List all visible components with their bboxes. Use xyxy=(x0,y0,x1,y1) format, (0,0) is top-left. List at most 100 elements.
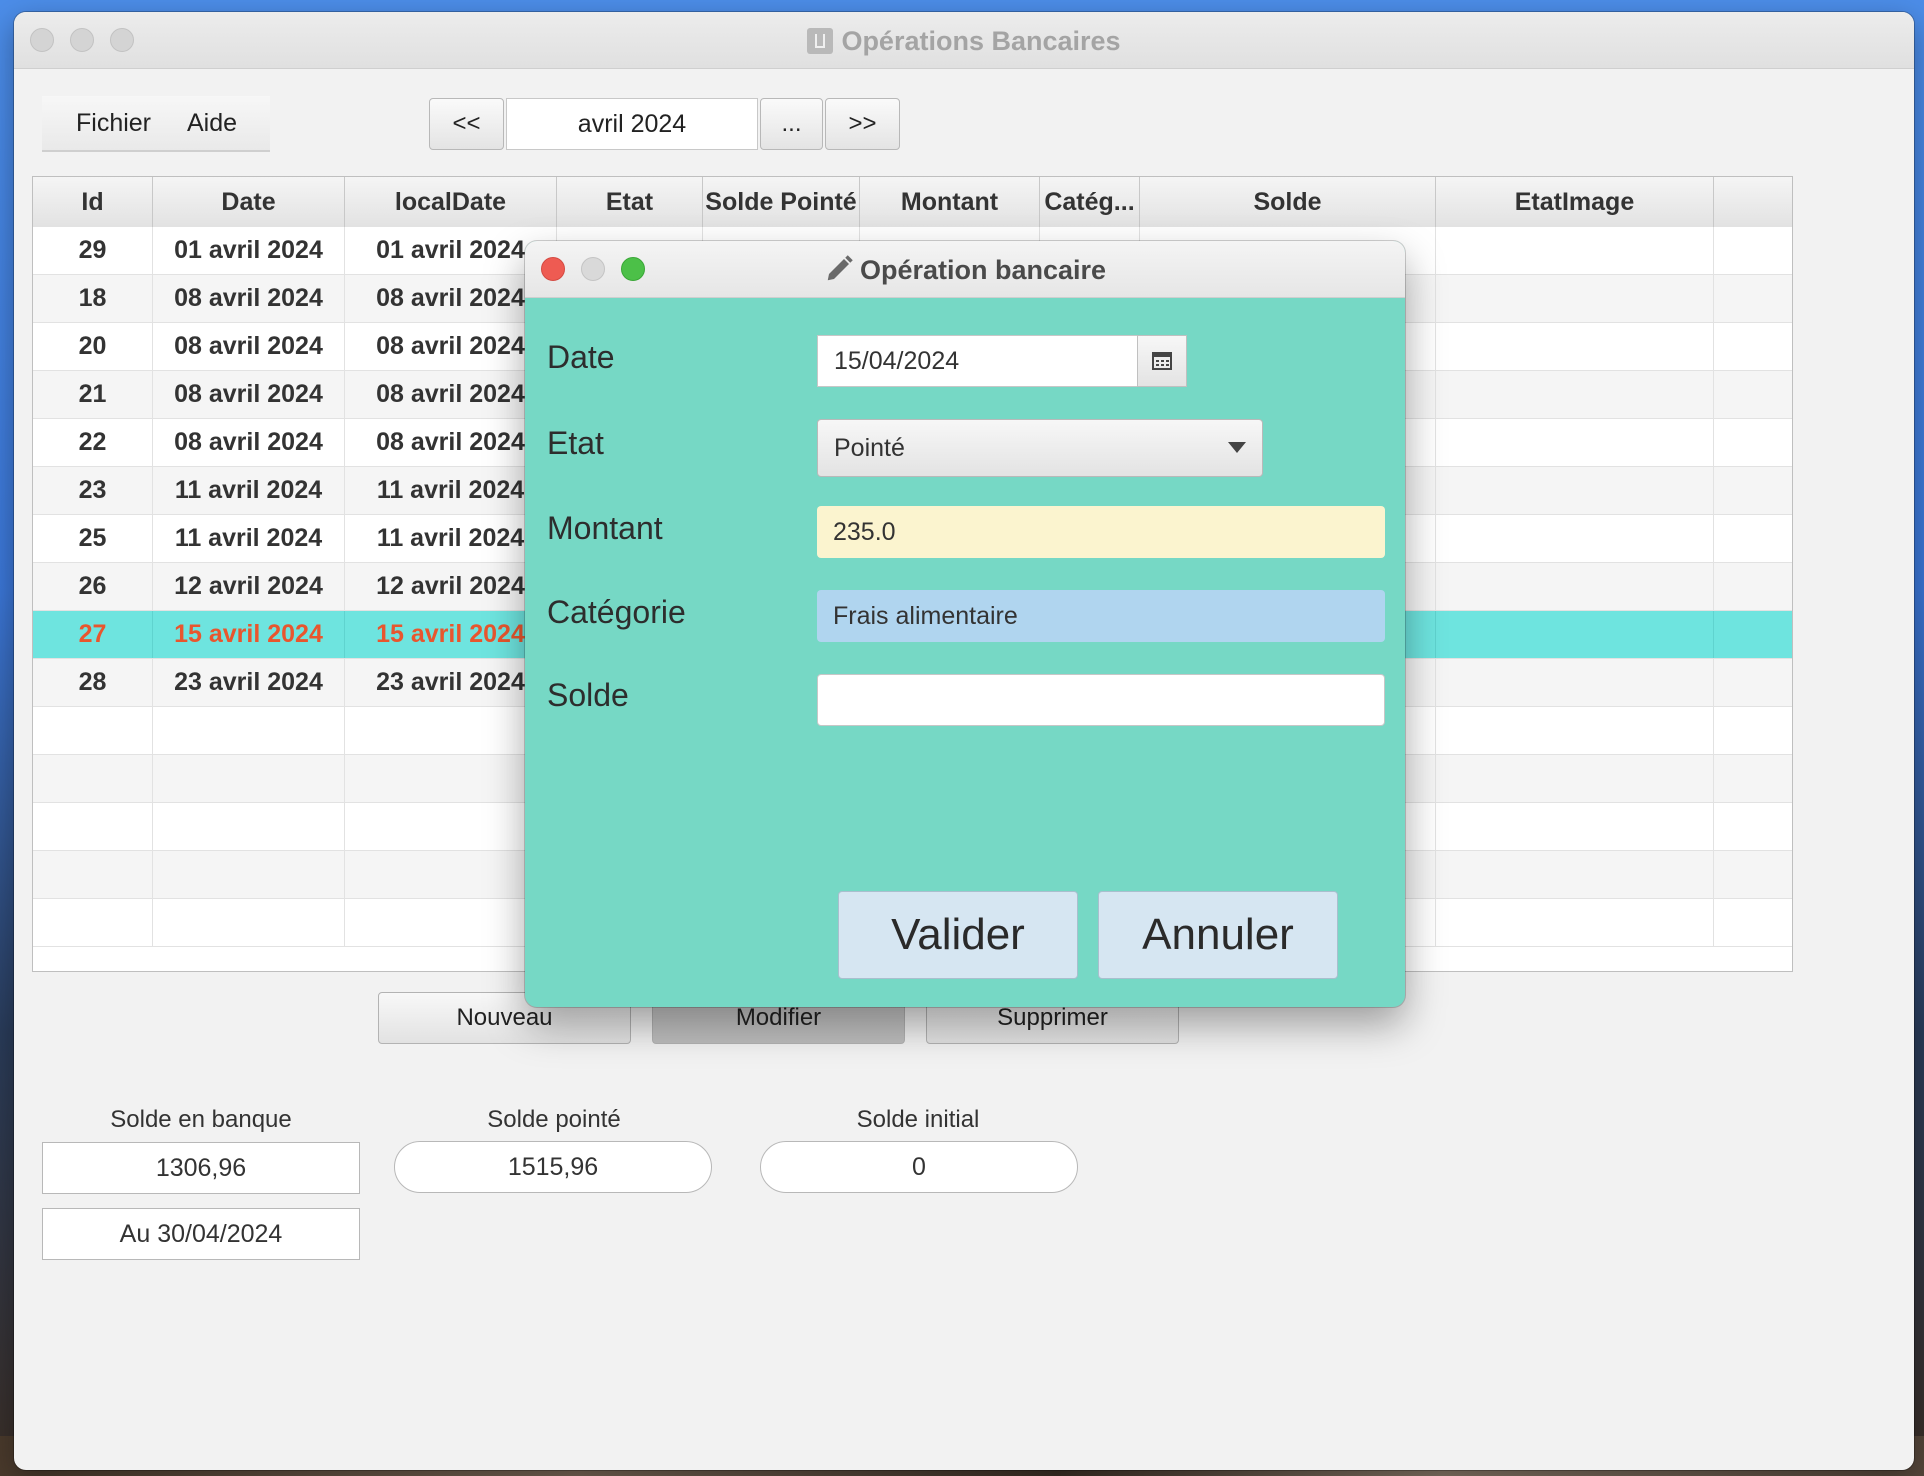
balance-input[interactable] xyxy=(817,674,1385,726)
table-cell: 20 xyxy=(33,323,153,370)
table-cell xyxy=(1714,371,1792,418)
menu-bar: Fichier Aide xyxy=(42,96,270,152)
column-header-date[interactable]: Date xyxy=(153,177,345,227)
table-cell xyxy=(1436,515,1714,562)
table-cell xyxy=(1436,755,1714,802)
table-cell xyxy=(1714,899,1792,946)
table-cell xyxy=(1714,611,1792,658)
amount-input[interactable]: 235.0 xyxy=(817,506,1385,558)
dropdown-arrow-icon xyxy=(1228,442,1246,453)
category-input[interactable]: Frais alimentaire xyxy=(817,590,1385,642)
date-picker-button[interactable] xyxy=(1137,335,1187,387)
table-cell xyxy=(1436,803,1714,850)
state-select[interactable]: Pointé xyxy=(817,419,1263,477)
table-cell: 12 avril 2024 xyxy=(153,563,345,610)
table-cell xyxy=(1714,515,1792,562)
table-cell: 08 avril 2024 xyxy=(153,275,345,322)
table-cell xyxy=(1436,467,1714,514)
next-month-button[interactable]: >> xyxy=(825,98,900,150)
table-cell: 11 avril 2024 xyxy=(153,467,345,514)
table-cell: 21 xyxy=(33,371,153,418)
table-cell xyxy=(33,803,153,850)
table-cell: 23 xyxy=(33,467,153,514)
state-label: Etat xyxy=(547,425,604,461)
balance-date-field[interactable]: Au 30/04/2024 xyxy=(42,1208,360,1260)
table-cell xyxy=(33,707,153,754)
table-cell: 08 avril 2024 xyxy=(153,323,345,370)
table-cell xyxy=(1436,899,1714,946)
column-header-categorie[interactable]: Catég... xyxy=(1040,177,1140,227)
window-title: Opérations Bancaires xyxy=(14,26,1914,57)
checked-balance-field[interactable]: 1515,96 xyxy=(394,1141,712,1193)
table-cell xyxy=(1714,851,1792,898)
operation-dialog: Opération bancaire Date 15/04/2024 Etat … xyxy=(525,241,1405,1007)
date-label: Date xyxy=(547,339,615,375)
table-cell: 29 xyxy=(33,227,153,274)
column-header-filler xyxy=(1714,177,1792,227)
column-header-etat[interactable]: Etat xyxy=(557,177,703,227)
table-cell xyxy=(33,851,153,898)
table-cell: 26 xyxy=(33,563,153,610)
column-header-solde-pointe[interactable]: Solde Pointé xyxy=(703,177,860,227)
date-input[interactable]: 15/04/2024 xyxy=(817,335,1137,387)
window-icon xyxy=(807,28,834,54)
table-cell xyxy=(1714,275,1792,322)
current-month-field[interactable]: avril 2024 xyxy=(506,98,758,150)
initial-balance-field[interactable]: 0 xyxy=(760,1141,1078,1193)
table-cell xyxy=(153,851,345,898)
table-cell: 28 xyxy=(33,659,153,706)
column-header-id[interactable]: Id xyxy=(33,177,153,227)
dialog-titlebar[interactable]: Opération bancaire xyxy=(525,241,1405,298)
table-cell xyxy=(153,755,345,802)
table-cell xyxy=(1436,707,1714,754)
table-cell xyxy=(33,899,153,946)
table-cell xyxy=(1714,227,1792,274)
initial-balance-label: Solde initial xyxy=(856,1106,980,1133)
table-cell xyxy=(1714,755,1792,802)
table-cell xyxy=(153,899,345,946)
table-cell xyxy=(1714,563,1792,610)
table-cell: 08 avril 2024 xyxy=(153,371,345,418)
column-header-localdate[interactable]: localDate xyxy=(345,177,557,227)
column-header-etatimage[interactable]: EtatImage xyxy=(1436,177,1714,227)
table-cell: 23 avril 2024 xyxy=(153,659,345,706)
table-cell xyxy=(1436,371,1714,418)
table-cell: 18 xyxy=(33,275,153,322)
window-title-text: Opérations Bancaires xyxy=(841,26,1121,56)
table-cell xyxy=(153,707,345,754)
table-cell xyxy=(1714,659,1792,706)
table-cell: 01 avril 2024 xyxy=(153,227,345,274)
cancel-button[interactable]: Annuler xyxy=(1098,891,1338,979)
month-picker-button[interactable]: ... xyxy=(760,98,823,150)
amount-label: Montant xyxy=(547,510,663,546)
state-select-value: Pointé xyxy=(834,433,905,462)
column-header-montant[interactable]: Montant xyxy=(860,177,1040,227)
bank-balance-field[interactable]: 1306,96 xyxy=(42,1142,360,1194)
validate-button[interactable]: Valider xyxy=(838,891,1078,979)
checked-balance-label: Solde pointé xyxy=(487,1106,621,1133)
table-cell xyxy=(1436,419,1714,466)
table-cell xyxy=(1436,659,1714,706)
main-titlebar[interactable]: Opérations Bancaires xyxy=(14,12,1914,69)
table-cell xyxy=(33,755,153,802)
table-cell: 08 avril 2024 xyxy=(153,419,345,466)
table-cell xyxy=(1436,611,1714,658)
dialog-title-text: Opération bancaire xyxy=(859,255,1107,285)
table-cell xyxy=(1714,323,1792,370)
table-cell xyxy=(1436,323,1714,370)
table-cell xyxy=(1714,467,1792,514)
category-label: Catégorie xyxy=(547,594,686,630)
table-cell xyxy=(1436,851,1714,898)
table-cell xyxy=(1714,803,1792,850)
bank-balance-label: Solde en banque xyxy=(110,1106,292,1133)
dialog-title: Opération bancaire xyxy=(525,254,1405,286)
table-cell xyxy=(1436,227,1714,274)
table-cell xyxy=(1714,707,1792,754)
prev-month-button[interactable]: << xyxy=(429,98,504,150)
menu-fichier[interactable]: Fichier xyxy=(76,109,151,138)
column-header-solde[interactable]: Solde xyxy=(1140,177,1436,227)
calendar-icon xyxy=(1152,352,1172,370)
table-cell: 22 xyxy=(33,419,153,466)
menu-aide[interactable]: Aide xyxy=(187,109,237,138)
table-cell: 25 xyxy=(33,515,153,562)
